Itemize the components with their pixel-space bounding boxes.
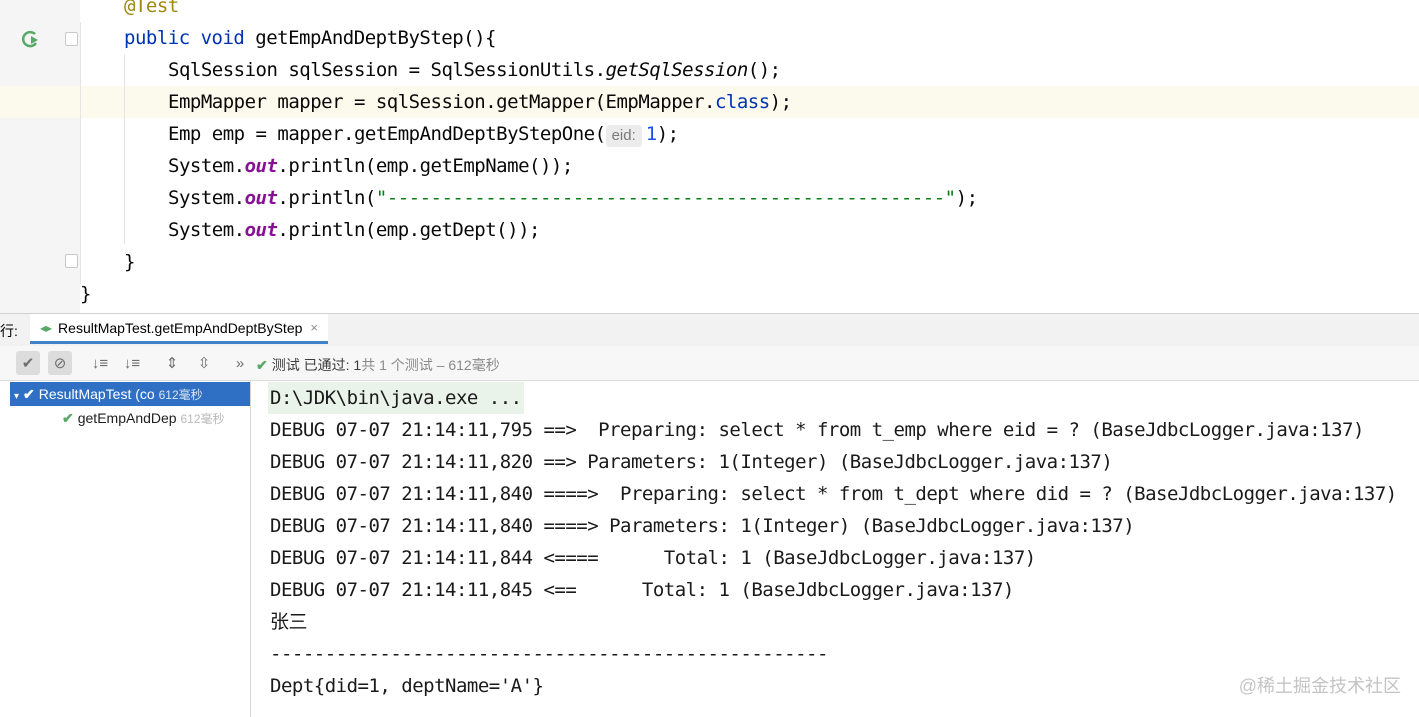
console-line: DEBUG 07-07 21:14:11,844 <==== Total: 1 … [270,547,1036,569]
show-passed-icon[interactable]: ✔ [16,351,40,375]
expand-all-icon[interactable]: ⇕ [160,351,184,375]
tree-item-test-method[interactable]: ✔ getEmpAndDep 612毫秒 [10,406,250,430]
console-line: DEBUG 07-07 21:14:11,795 ==> Preparing: … [270,419,1364,441]
tool-window-label: 行: [0,323,18,339]
test-status-summary: ✔ 测试 已通过: 1共 1 个测试 – 612毫秒 [256,357,500,373]
more-actions-icon[interactable]: » [228,351,252,375]
sort-by-duration-icon[interactable]: ↓≡ [120,351,144,375]
console-line: DEBUG 07-07 21:14:11,840 ====> Preparing… [270,483,1397,505]
code-line-close-method[interactable]: } [124,246,135,278]
show-ignored-icon[interactable]: ⊘ [48,351,72,375]
console-command-line: D:\JDK\bin\java.exe ... [268,382,524,414]
console-line: DEBUG 07-07 21:14:11,845 <== Total: 1 (B… [270,579,1014,601]
console-line: Dept{did=1, deptName='A'} [270,675,544,697]
close-icon[interactable]: × [310,320,318,335]
run-test-gutter-icon[interactable] [20,28,42,50]
test-runner-toolbar: ✔ ⊘ ↓≡ ↓≡ ⇕ ⇳ » ✔ 测试 已通过: 1共 1 个测试 – 612毫… [0,346,1419,381]
test-results-tree: ▾ ✔ ResultMapTest (co 612毫秒 ✔ getEmpAndDep … [0,381,251,717]
chevron-down-icon[interactable]: ▾ [14,391,19,402]
code-line-sqlsession[interactable]: SqlSession sqlSession = SqlSessionUtils.… [168,54,781,86]
fold-marker-icon[interactable] [65,32,78,46]
code-line-print-dept[interactable]: System.out.println(emp.getDept()); [168,214,540,246]
sort-alphabetically-icon[interactable]: ↓≡ [88,351,112,375]
console-line: DEBUG 07-07 21:14:11,820 ==> Parameters:… [270,451,1113,473]
tab-run-configuration[interactable]: ◂▸ ResultMapTest.getEmpAndDeptByStep × [30,314,328,344]
collapse-all-icon[interactable]: ⇳ [192,351,216,375]
console-line: ----------------------------------------… [270,643,828,665]
indent-guide [80,22,81,284]
tab-label: ResultMapTest.getEmpAndDeptByStep [58,319,303,336]
code-line-close-class[interactable]: } [80,278,91,310]
run-tool-window-header: 行: ◂▸ ResultMapTest.getEmpAndDeptByStep … [0,313,1419,347]
code-line-method-signature[interactable]: public void getEmpAndDeptByStep(){ [124,22,496,54]
parameter-hint: eid: [605,125,642,147]
success-check-icon: ✔ [256,357,268,373]
console-line: 张三 [270,611,308,633]
indent-guide [124,54,125,244]
code-line-mapper[interactable]: EmpMapper mapper = sqlSession.getMapper(… [168,86,792,118]
passed-check-icon: ✔ [23,386,35,402]
console-line: DEBUG 07-07 21:14:11,840 ====> Parameter… [270,515,1135,537]
code-line-annotation[interactable]: @Test [124,0,179,22]
passed-check-icon: ✔ [62,410,74,426]
tree-item-test-class[interactable]: ▾ ✔ ResultMapTest (co 612毫秒 [10,382,250,406]
watermark: @稀土掘金技术社区 [1238,676,1401,696]
fold-marker-icon[interactable] [65,254,78,268]
code-line-print-name[interactable]: System.out.println(emp.getEmpName()); [168,150,573,182]
run-config-icon: ◂▸ [40,320,53,335]
console-output[interactable]: D:\JDK\bin\java.exe ... DEBUG 07-07 21:1… [251,381,1419,717]
code-editor[interactable]: @Test public void getEmpAndDeptByStep(){… [0,0,1419,313]
code-line-print-separator[interactable]: System.out.println("--------------------… [168,182,978,214]
code-line-emp[interactable]: Emp emp = mapper.getEmpAndDeptByStepOne(… [168,118,679,150]
